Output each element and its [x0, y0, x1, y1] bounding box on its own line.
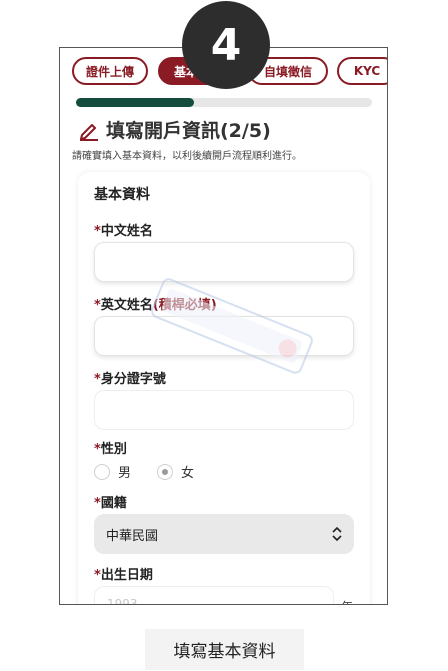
- nationality-label: *國籍: [94, 492, 127, 511]
- pencil-icon: [80, 123, 98, 141]
- nationality-select[interactable]: 中華民國: [94, 514, 354, 554]
- page-title: 填寫開戶資訊(2/5): [106, 120, 271, 142]
- required-mark: *: [94, 372, 101, 387]
- nationality-label-text: 國籍: [100, 496, 127, 511]
- page-title-row: 填寫開戶資訊(2/5): [78, 116, 271, 143]
- chinese-name-input[interactable]: [94, 242, 354, 282]
- gender-label: *性別: [94, 438, 127, 457]
- required-mark: *: [94, 496, 101, 511]
- section-title: 基本資料: [94, 187, 150, 203]
- english-name-input[interactable]: [94, 316, 354, 356]
- gender-female-radio[interactable]: [157, 463, 174, 480]
- required-mark: *: [94, 568, 101, 583]
- chinese-name-label-text: 中文姓名: [100, 224, 153, 239]
- id-number-label-text: 身分證字號: [100, 372, 166, 387]
- gender-male-label: 男: [118, 466, 132, 481]
- birthdate-label: *出生日期: [94, 564, 153, 583]
- id-number-input[interactable]: [94, 390, 354, 430]
- birth-year-input[interactable]: 1993: [94, 586, 334, 604]
- tab-kyc[interactable]: KYC: [337, 57, 387, 85]
- id-number-label: *身分證字號: [94, 368, 166, 387]
- gender-male-radio[interactable]: [94, 463, 110, 480]
- english-name-label: *英文姓名(積桿必填): [94, 294, 217, 313]
- english-name-label-text: 英文姓名: [100, 298, 153, 313]
- chevron-up-down-icon: [332, 526, 342, 542]
- required-mark: *: [94, 224, 101, 239]
- progress-bar: [76, 98, 372, 107]
- progress-bar-fill: [76, 98, 195, 107]
- caption: 填寫基本資料: [145, 629, 304, 670]
- page-subtitle: 請確實填入基本資料，以利後續開戶流程順利進行。: [72, 151, 302, 162]
- tab-document-upload[interactable]: 證件上傳: [72, 57, 148, 85]
- gender-label-text: 性別: [100, 442, 127, 457]
- gender-female-label: 女: [181, 466, 195, 481]
- required-mark: *: [94, 298, 101, 313]
- phone-screen: 證件上傳 基本 自填徵信 KYC 填寫開戶資訊(2/5) 請確實填入基本資料，以…: [59, 47, 388, 605]
- birthdate-label-text: 出生日期: [100, 568, 153, 583]
- nationality-value: 中華民國: [106, 528, 159, 544]
- gender-radio-group: 男 女: [94, 462, 220, 481]
- english-name-note: (積桿必填): [152, 298, 217, 313]
- birth-year-unit: 年: [341, 598, 353, 604]
- basic-info-card: 基本資料 *中文姓名 *英文姓名(積桿必填) *身分證字號 *性別 男 女 *國…: [78, 172, 370, 604]
- required-mark: *: [94, 442, 101, 457]
- step-number-badge: 4: [182, 1, 270, 89]
- chinese-name-label: *中文姓名: [94, 220, 153, 239]
